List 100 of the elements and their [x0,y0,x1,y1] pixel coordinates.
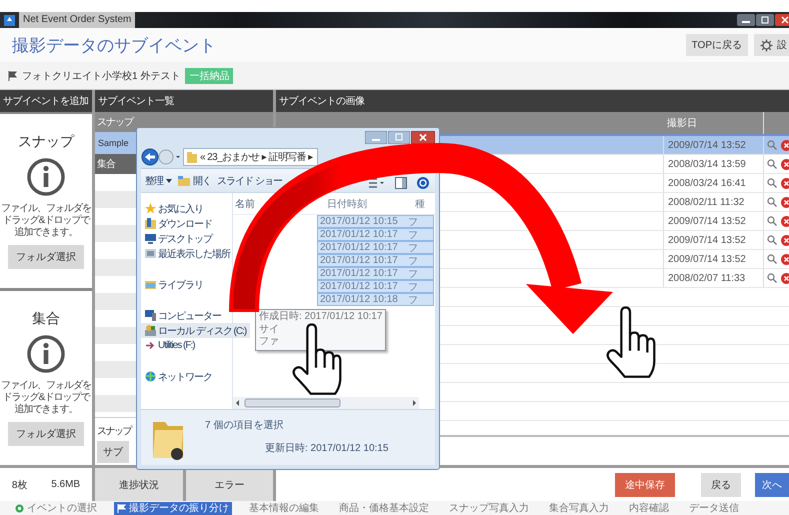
nav-item[interactable]: Utilities (F:) [141,338,195,353]
next-button[interactable]: 次へ [755,472,789,496]
close-icon[interactable] [411,130,435,144]
minimize-icon[interactable] [365,130,387,144]
selection-status: 7 個の項目を選択 [205,419,284,432]
done-icon [15,504,24,512]
top-button[interactable]: TOPに戻る [686,34,748,56]
close-icon[interactable] [775,14,789,26]
type-cell-text: フ [408,268,419,280]
search-icon[interactable] [767,254,777,264]
hand-cursor-icon [606,306,656,378]
hint-line: ドラッグ&ドロップで [2,215,90,226]
search-icon[interactable] [767,273,777,283]
back-button[interactable]: 戻る [701,472,741,496]
toolbar-button[interactable]: 整理 [145,174,172,188]
delete-icon[interactable] [781,158,789,170]
window-title: Net Event Order System [19,12,136,28]
total-size: 5.6MB [51,479,80,490]
step-item[interactable]: 集合写真入力 [546,502,612,514]
scrollbar[interactable] [233,397,419,409]
delete-icon[interactable] [781,272,789,284]
step-item[interactable]: 撮影データの振り分け [114,502,232,514]
delete-icon[interactable] [781,234,789,246]
folder-icon [187,152,197,162]
column-header: 種 [415,198,426,210]
column-header: 日付時刻 [327,198,368,210]
folder-select-button[interactable]: フォルダ選択 [8,245,84,269]
step-item[interactable]: 内容確認 [626,502,672,514]
flag-icon [117,504,126,512]
step-item[interactable]: スナップ写真入力 [446,502,532,514]
date-cell-text: 2017/01/12 10:17 [320,229,399,240]
type-cell-text: フ [408,294,419,306]
info-icon [26,157,66,197]
search-icon[interactable] [767,235,777,245]
hint-line: 追加できます。 [14,227,78,239]
column-header: 名前 [234,198,256,210]
info-icon [26,334,66,374]
delete-icon[interactable] [781,254,789,264]
step-item[interactable]: 基本情報の編集 [246,502,322,514]
event-name: フォトクリエイト小学校1 外テスト [22,70,180,82]
step-item[interactable]: イベントの選択 [12,502,100,514]
panel-heading: サブイベント一覧 [95,90,273,112]
preview-pane-icon[interactable] [395,177,407,189]
address-bar[interactable]: « 23_おまかせ ▸ 証明写番 ▸ [183,148,318,166]
star-icon [145,203,156,214]
folder-icon [178,176,190,186]
column-header: 撮影日 [666,117,698,131]
footer-button[interactable]: 進捗状況 [95,468,182,501]
type-cell-text: フ [408,254,419,268]
delete-icon[interactable] [781,196,789,208]
nav-item[interactable]: お気に入り [141,201,203,216]
search-icon[interactable] [767,216,777,226]
date-cell-text: 2017/01/12 10:15 [320,216,399,227]
search-icon[interactable] [767,140,777,150]
view-icon[interactable] [369,177,385,189]
monitor-icon [145,233,156,244]
minimize-icon[interactable] [737,14,755,26]
tooltip-line: ファ [259,336,280,348]
delete-icon[interactable] [781,178,789,188]
hint-line: ファイル、フォルダを [1,380,91,392]
type-cell-text: フ [408,228,419,242]
nav-item[interactable]: ネットワーク [141,369,212,384]
back-forward-icon[interactable] [141,148,181,166]
date-cell-text: 2017/01/12 10:17 [320,255,399,266]
folder-select-button[interactable]: フォルダ選択 [8,422,84,446]
delete-icon[interactable] [781,216,789,226]
tooltip-line: 作成日時: 2017/01/12 10:17 [259,311,382,324]
hint-line: ファイル、フォルダを [1,203,91,214]
arrow-icon [145,340,156,351]
sub-button[interactable]: サブ [97,441,129,463]
image-count: 8枚 [12,478,28,492]
delete-icon[interactable] [781,140,789,150]
app-icon [4,14,15,26]
step-item[interactable]: 商品・価格基本設定 [336,502,432,514]
folder-icon [145,279,156,290]
nav-item[interactable]: コンピューター [141,308,221,323]
nav-item[interactable]: ライブラリ [141,277,203,292]
disk-icon [145,325,156,336]
nav-item[interactable]: 最近表示した場所 [141,246,230,261]
computer-icon [145,310,156,321]
folder-icon [145,218,156,229]
footer-button[interactable]: エラー [186,468,273,501]
nav-item[interactable]: ダウンロード [141,216,212,231]
save-draft-button[interactable]: 途中保存 [615,472,675,496]
date-cell-text: 2017/01/12 10:18 [320,294,399,305]
maximize-icon[interactable] [388,130,410,144]
search-icon[interactable] [767,159,777,169]
panel-heading: サブイベントの画像 [276,90,789,112]
date-cell-text: 2017/01/12 10:17 [320,242,399,253]
hint-line: ドラッグ&ドロップで [2,392,90,404]
search-icon[interactable] [767,178,777,188]
settings-button[interactable]: 設 [754,34,789,56]
toolbar-button[interactable]: 開く [178,174,211,188]
nav-item[interactable]: ローカル ディスク (C:) [141,323,250,338]
nav-item[interactable]: デスクトップ [141,231,212,246]
maximize-icon[interactable] [756,14,774,26]
search-icon[interactable] [767,197,777,207]
date-cell: 2008/03/24 16:41 [663,174,763,192]
step-item[interactable]: データ送信 [686,502,742,514]
status-badge: 一括納品 [185,68,234,84]
